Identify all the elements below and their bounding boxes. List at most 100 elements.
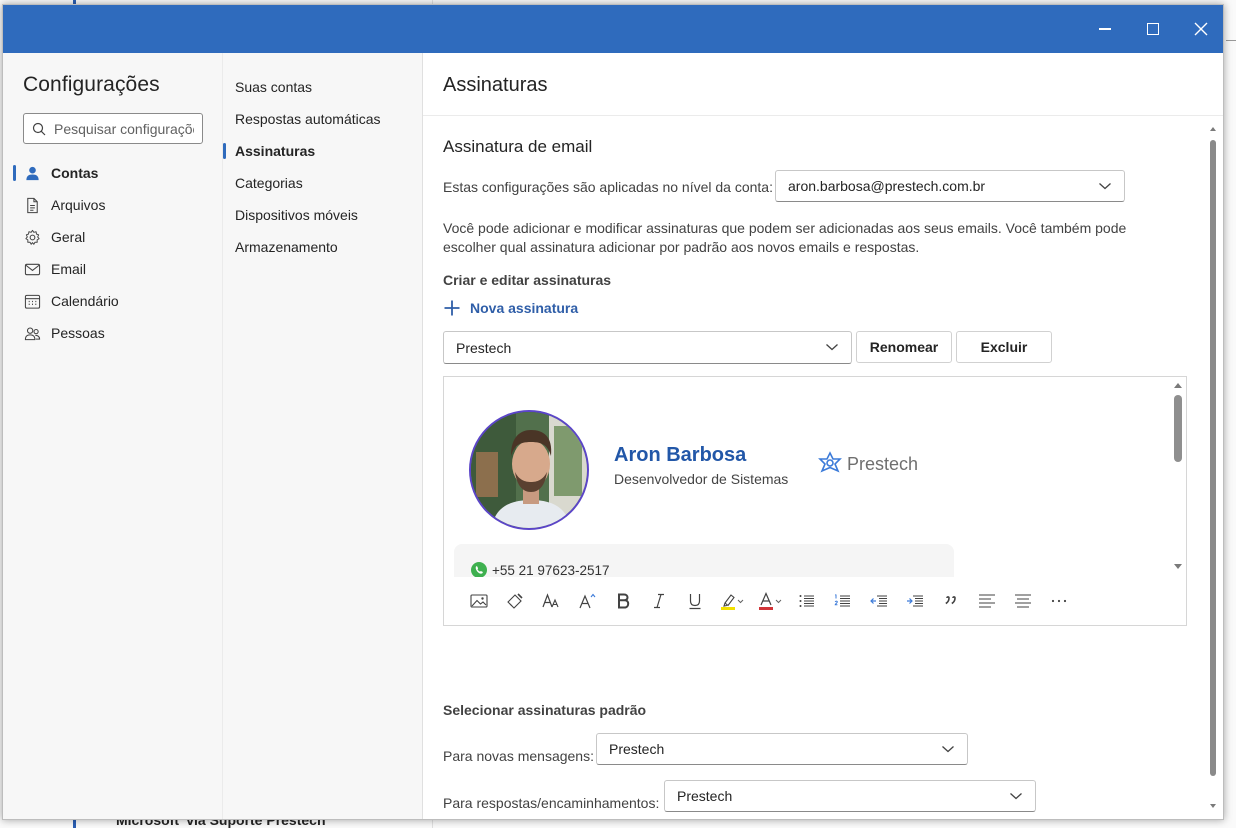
subnav-item-categorias[interactable]: Categorias (223, 167, 423, 199)
decrease-indent-button[interactable] (861, 585, 897, 617)
nav-item-label: Arquivos (51, 197, 106, 213)
increase-indent-icon (907, 595, 923, 607)
nav-item-email[interactable]: Email (13, 253, 218, 285)
decrease-indent-icon (870, 595, 887, 607)
signatures-pane: Assinaturas Assinatura de email Estas co… (423, 53, 1223, 819)
replies-select[interactable]: Prestech (664, 780, 1036, 812)
nav-item-label: Contas (51, 165, 99, 181)
nav-item-pessoas[interactable]: Pessoas (13, 317, 218, 349)
quote-button[interactable] (933, 585, 969, 617)
font-grow-icon (579, 593, 596, 609)
person-icon (23, 164, 41, 182)
underline-icon (689, 594, 701, 610)
nav-item-label: Geral (51, 229, 86, 245)
company-name: Prestech (847, 453, 919, 474)
more-icon (1051, 599, 1067, 603)
signatures-scroll-area[interactable]: Assinatura de email Estas configurações … (423, 116, 1223, 819)
scroll-up-arrow-icon[interactable] (1209, 126, 1217, 132)
format-painter-button[interactable] (497, 585, 533, 617)
nav-item-arquivos[interactable]: Arquivos (13, 189, 218, 221)
close-button[interactable] (1177, 5, 1225, 53)
close-icon (1194, 22, 1208, 36)
increase-indent-button[interactable] (897, 585, 933, 617)
plus-icon (444, 300, 460, 316)
align-center-icon (1015, 594, 1031, 608)
nav-item-geral[interactable]: Geral (13, 221, 218, 253)
subnav-item-suas-contas[interactable]: Suas contas (223, 71, 423, 103)
new-signature-button[interactable]: Nova assinatura (443, 299, 578, 317)
delete-button[interactable]: Excluir (956, 331, 1052, 363)
settings-nav: Contas Arquivos Geral Email Calendário P… (13, 157, 218, 349)
minimize-icon (1099, 28, 1111, 30)
replies-label: Para respostas/encaminhamentos: (443, 795, 660, 811)
document-icon (23, 196, 41, 214)
numbering-icon (834, 594, 850, 607)
bold-button[interactable] (605, 585, 641, 617)
account-scope-label: Estas configurações são aplicadas no nív… (443, 179, 773, 195)
phone-number: +55 21 97623-2517 (492, 562, 610, 578)
scroll-down-arrow-icon[interactable] (1209, 803, 1217, 809)
subnav-item-dispositivos-moveis[interactable]: Dispositivos móveis (223, 199, 423, 231)
formatting-toolbar (444, 577, 1186, 625)
subnav-item-armazenamento[interactable]: Armazenamento (223, 231, 423, 263)
title-bar (3, 5, 1223, 53)
new-signature-label: Nova assinatura (470, 300, 579, 316)
mail-icon (23, 260, 41, 278)
bullets-icon (799, 595, 814, 607)
italic-icon (654, 593, 664, 609)
align-left-button[interactable] (969, 585, 1005, 617)
chevron-down-icon (1010, 793, 1022, 800)
nav-item-contas[interactable]: Contas (13, 157, 218, 189)
nav-item-label: Pessoas (51, 325, 105, 341)
format-painter-icon (507, 593, 523, 609)
signature-photo (469, 410, 589, 530)
insert-image-icon (470, 594, 488, 608)
maximize-icon (1147, 23, 1159, 35)
new-messages-select[interactable]: Prestech (596, 733, 968, 765)
settings-categories-pane: Configurações Contas Arquivos Geral (3, 53, 223, 819)
align-center-button[interactable] (1005, 585, 1041, 617)
replies-value: Prestech (677, 788, 733, 804)
italic-button[interactable] (641, 585, 677, 617)
scroll-up-arrow-icon[interactable] (1173, 381, 1183, 389)
settings-dialog: Configurações Contas Arquivos Geral (2, 4, 1224, 820)
calendar-icon (23, 292, 41, 310)
signature-role: Desenvolvedor de Sistemas (614, 471, 789, 487)
nav-item-calendario[interactable]: Calendário (13, 285, 218, 317)
subnav-item-respostas-automaticas[interactable]: Respostas automáticas (223, 103, 423, 135)
signature-editor[interactable]: Aron Barbosa Desenvolvedor de Sistemas P… (443, 376, 1187, 626)
account-select[interactable]: aron.barbosa@prestech.com.br (775, 170, 1125, 202)
bold-icon (618, 593, 630, 609)
quote-icon (945, 596, 956, 605)
font-size-icon (542, 593, 559, 608)
more-options-button[interactable] (1041, 585, 1077, 617)
pane-scrollbar-thumb[interactable] (1210, 140, 1216, 776)
subnav-item-assinaturas[interactable]: Assinaturas (223, 135, 423, 167)
rename-button[interactable]: Renomear (856, 331, 952, 363)
maximize-button[interactable] (1129, 5, 1177, 53)
account-select-value: aron.barbosa@prestech.com.br (788, 178, 986, 194)
pane-scrollbar[interactable] (1209, 126, 1217, 809)
chevron-down-icon (942, 746, 954, 753)
underline-button[interactable] (677, 585, 713, 617)
people-icon (23, 324, 41, 342)
signature-select[interactable]: Prestech (443, 331, 852, 364)
align-left-icon (979, 594, 995, 608)
search-settings-box[interactable] (23, 113, 203, 144)
new-messages-value: Prestech (609, 741, 665, 757)
create-edit-label: Criar e editar assinaturas (443, 272, 612, 288)
signature-select-value: Prestech (456, 339, 512, 356)
font-color-button[interactable] (751, 585, 789, 617)
insert-image-button[interactable] (461, 585, 497, 617)
minimize-button[interactable] (1081, 5, 1129, 53)
search-input[interactable] (54, 120, 194, 137)
font-size-button[interactable] (533, 585, 569, 617)
nav-item-label: Calendário (51, 293, 119, 309)
scroll-down-arrow-icon[interactable] (1173, 563, 1183, 571)
highlight-button[interactable] (713, 585, 751, 617)
section-title: Assinatura de email (443, 137, 593, 156)
editor-scrollbar-thumb[interactable] (1174, 395, 1182, 462)
font-grow-button[interactable] (569, 585, 605, 617)
bullets-button[interactable] (789, 585, 825, 617)
numbering-button[interactable] (825, 585, 861, 617)
